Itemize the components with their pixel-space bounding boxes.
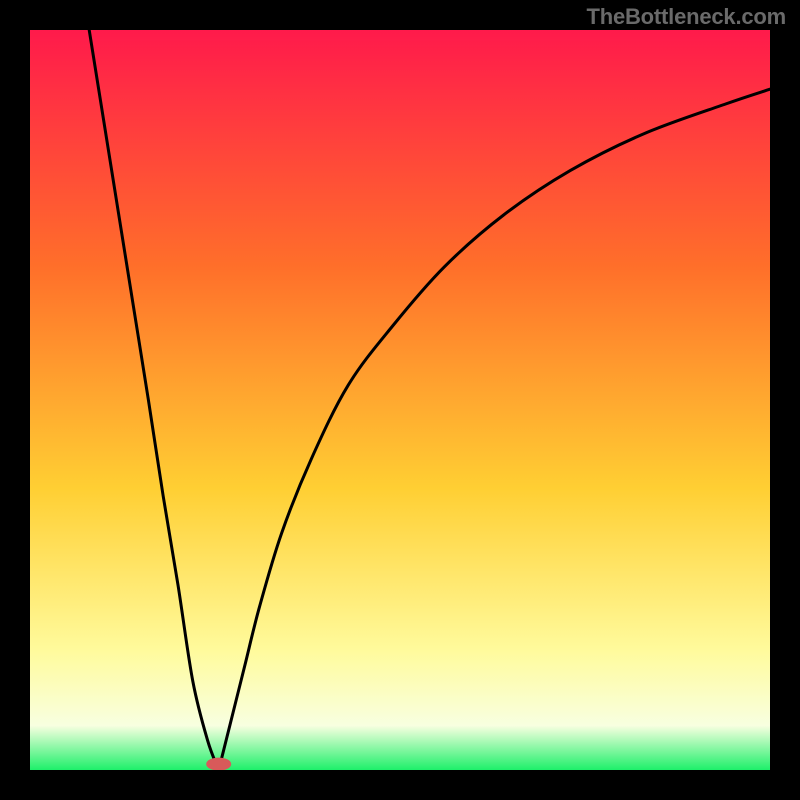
- chart-frame: TheBottleneck.com: [0, 0, 800, 800]
- gradient-background: [30, 30, 770, 770]
- plot-area: [30, 30, 770, 770]
- marker-dot: [207, 758, 231, 770]
- chart-svg: [30, 30, 770, 770]
- watermark-text: TheBottleneck.com: [586, 4, 786, 30]
